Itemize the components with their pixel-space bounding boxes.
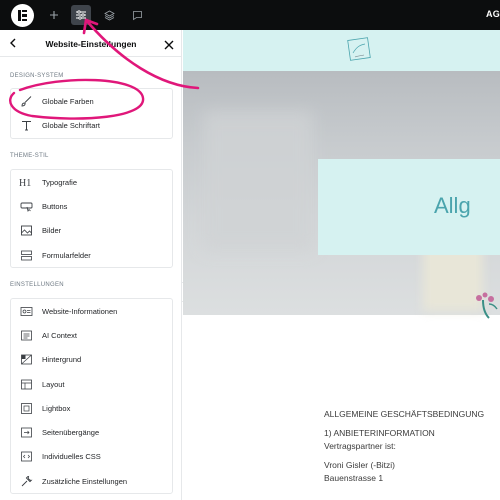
menu-item-label: Zusätzliche Einstellungen <box>42 476 128 486</box>
page-preview[interactable]: Allg ALLGEMEINE GESCHÄFTSBEDINGUNG 1) AN… <box>183 30 500 500</box>
menu-item-page-transitions[interactable]: Seitenübergänge <box>11 420 172 444</box>
menu-item-label: Typografie <box>42 177 78 187</box>
image-icon <box>19 224 33 238</box>
background-icon <box>19 353 33 367</box>
preview-site-header <box>183 30 500 71</box>
menu-item-label: Website-Informationen <box>42 306 118 316</box>
menu-item-additional-settings[interactable]: Zusätzliche Einstellungen <box>11 469 172 493</box>
terms-heading: ALLGEMEINE GESCHÄFTSBEDINGUNG <box>324 409 485 419</box>
terms-text-line: Vertragspartner ist: <box>324 441 396 451</box>
menu-item-ai-context[interactable]: AI Context <box>11 323 172 347</box>
menu-item-label: Globale Farben <box>42 96 94 106</box>
site-logo-icon[interactable] <box>346 36 374 64</box>
theme-style-group: H1 Typografie Buttons Bilder Formularfel… <box>10 169 173 269</box>
site-settings-icon[interactable] <box>71 5 91 25</box>
terms-text-line: Bauenstrasse 1 <box>324 473 384 483</box>
menu-item-label: Individuelles CSS <box>42 452 101 462</box>
hero-title-box: Allg <box>318 159 500 255</box>
layout-icon <box>19 377 33 391</box>
menu-item-images[interactable]: Bilder <box>11 219 172 243</box>
add-element-icon[interactable] <box>44 5 64 25</box>
panel-title: Website-Einstellungen <box>45 39 137 49</box>
terms-content: ALLGEMEINE GESCHÄFTSBEDINGUNG 1) ANBIETE… <box>324 408 500 485</box>
wrench-icon <box>19 474 33 488</box>
svg-text:H1: H1 <box>19 178 31 188</box>
topbar-right-label[interactable]: AG <box>486 9 500 19</box>
form-fields-icon <box>19 248 33 262</box>
menu-item-label: Seitenübergänge <box>42 428 100 438</box>
menu-item-label: Buttons <box>42 201 68 211</box>
menu-item-typography[interactable]: H1 Typografie <box>11 170 172 194</box>
terms-text-line: Vroni Gisler (-Bitzi) <box>324 460 395 470</box>
comments-icon[interactable] <box>127 5 147 25</box>
menu-item-layout[interactable]: Layout <box>11 372 172 396</box>
layers-icon[interactable] <box>99 5 119 25</box>
lightbox-icon <box>19 401 33 415</box>
page-transitions-icon <box>19 426 33 440</box>
menu-item-label: AI Context <box>42 330 78 340</box>
section-title-theme-style: THEME-STIL <box>10 153 49 159</box>
editor-top-bar: AG <box>0 0 500 30</box>
section-title-design-system: DESIGN-SYSTEM <box>10 73 64 79</box>
menu-item-site-info[interactable]: Website-Informationen <box>11 299 172 323</box>
button-cursor-icon <box>19 199 33 213</box>
menu-item-form-fields[interactable]: Formularfelder <box>11 243 172 267</box>
menu-item-label: Bilder <box>42 226 62 236</box>
flower-decoration-icon <box>476 292 498 319</box>
ai-context-icon <box>19 328 33 342</box>
menu-item-label: Formularfelder <box>42 250 91 260</box>
terms-section-title: 1) ANBIETERINFORMATION <box>324 428 435 438</box>
menu-item-buttons[interactable]: Buttons <box>11 194 172 218</box>
design-system-group: Globale Farben Globale Schriftart <box>10 88 173 139</box>
site-settings-panel: Website-Einstellungen DESIGN-SYSTEM Glob… <box>0 30 182 500</box>
panel-header: Website-Einstellungen <box>0 30 182 57</box>
brush-icon <box>19 94 33 108</box>
site-info-icon <box>19 304 33 318</box>
elementor-logo-icon[interactable] <box>11 4 34 27</box>
heading-h1-icon: H1 <box>19 175 33 189</box>
hero-title: Allg <box>434 193 471 218</box>
menu-item-lightbox[interactable]: Lightbox <box>11 396 172 420</box>
menu-item-global-fonts[interactable]: Globale Schriftart <box>11 113 172 137</box>
menu-item-background[interactable]: Hintergrund <box>11 348 172 372</box>
menu-item-label: Hintergrund <box>42 355 82 365</box>
menu-item-label: Layout <box>42 379 65 389</box>
menu-item-custom-css[interactable]: Individuelles CSS <box>11 445 172 469</box>
menu-item-label: Lightbox <box>42 403 71 413</box>
typography-t-icon <box>19 118 33 132</box>
code-icon <box>19 450 33 464</box>
close-icon[interactable] <box>164 37 174 55</box>
settings-group: Website-Informationen AI Context Hinterg… <box>10 298 173 495</box>
menu-item-label: Globale Schriftart <box>42 120 100 130</box>
menu-item-global-colors[interactable]: Globale Farben <box>11 89 172 113</box>
section-title-settings: EINSTELLUNGEN <box>10 282 64 288</box>
